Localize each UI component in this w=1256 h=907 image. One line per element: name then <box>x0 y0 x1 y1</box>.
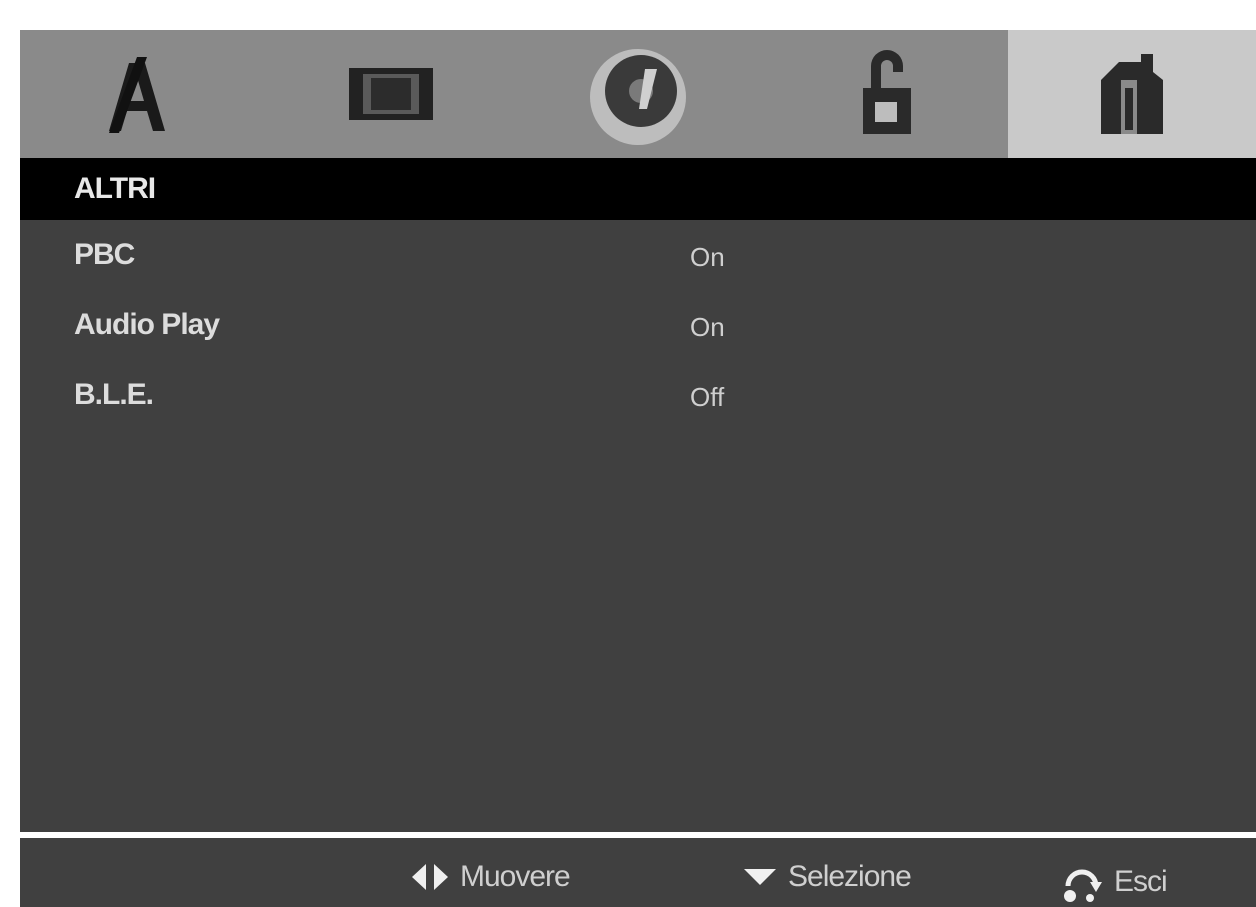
tab-bar <box>20 30 1256 158</box>
setting-value: Off <box>690 382 725 412</box>
others-icon <box>1101 54 1163 134</box>
setup-menu-screen: ALTRI PBC On Audio Play On B.L.E. Off Mu… <box>20 30 1256 907</box>
section-title: ALTRI <box>74 172 156 205</box>
footer-hints: Muovere Selezione Esci <box>20 838 1256 907</box>
tab-language[interactable] <box>20 30 267 158</box>
exit-hint-label: Esci <box>1114 865 1168 898</box>
move-hint: Muovere <box>410 860 571 894</box>
setting-label: Audio Play <box>74 308 220 341</box>
audio-disc-icon <box>589 49 686 145</box>
setting-label: PBC <box>74 238 135 271</box>
setting-row-audio-play[interactable]: Audio Play On <box>20 290 1256 360</box>
setting-value: On <box>690 242 725 272</box>
display-icon <box>348 68 433 120</box>
tab-display[interactable] <box>267 30 514 158</box>
lock-icon <box>862 50 911 134</box>
return-icon <box>1064 869 1102 902</box>
exit-hint: Esci <box>1060 860 1168 904</box>
section-header: ALTRI <box>20 158 1256 220</box>
language-icon <box>108 57 165 133</box>
setting-value: On <box>690 312 725 342</box>
tab-lock[interactable] <box>761 30 1008 158</box>
tab-audio[interactable] <box>514 30 761 158</box>
select-hint-label: Selezione <box>788 860 912 893</box>
setting-row-pbc[interactable]: PBC On <box>20 220 1256 290</box>
down-arrow-icon <box>744 869 776 885</box>
left-right-arrows-icon <box>412 864 448 890</box>
tab-others[interactable] <box>1008 30 1256 158</box>
select-hint: Selezione <box>742 860 912 894</box>
setting-row-ble[interactable]: B.L.E. Off <box>20 360 1256 430</box>
setting-label: B.L.E. <box>74 378 154 411</box>
move-hint-label: Muovere <box>460 860 571 893</box>
